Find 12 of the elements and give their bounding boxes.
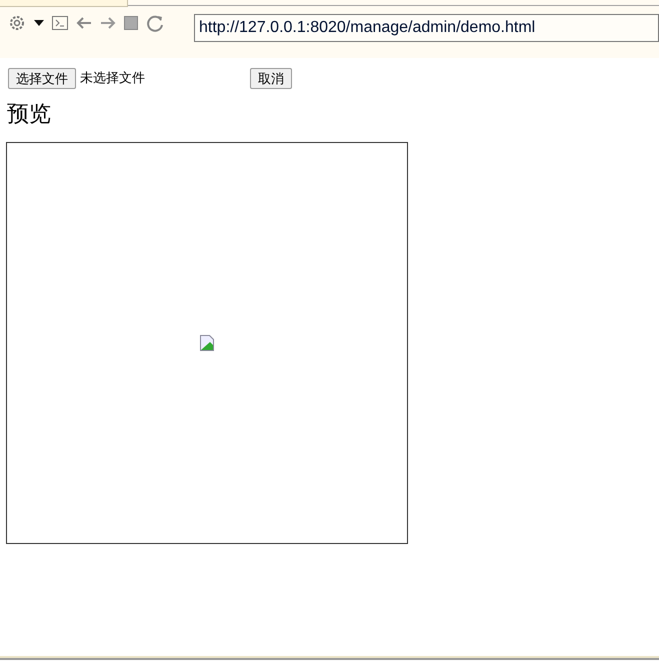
address-bar[interactable]: http://127.0.0.1:8020/manage/admin/demo.html	[194, 14, 659, 42]
broken-image-icon	[200, 335, 214, 351]
preview-heading: 预览	[7, 101, 52, 129]
file-status: 未选择文件	[80, 69, 146, 88]
cancel-button[interactable]: 取消	[250, 68, 292, 88]
choose-file-button[interactable]: 选择文件	[8, 68, 76, 88]
back-arrow-icon[interactable]	[76, 16, 92, 30]
settings-icon[interactable]	[8, 14, 26, 32]
dropdown-caret-icon[interactable]	[34, 20, 44, 26]
terminal-icon[interactable]	[52, 16, 68, 30]
reload-icon[interactable]	[146, 14, 164, 32]
forward-arrow-icon[interactable]	[100, 16, 116, 30]
